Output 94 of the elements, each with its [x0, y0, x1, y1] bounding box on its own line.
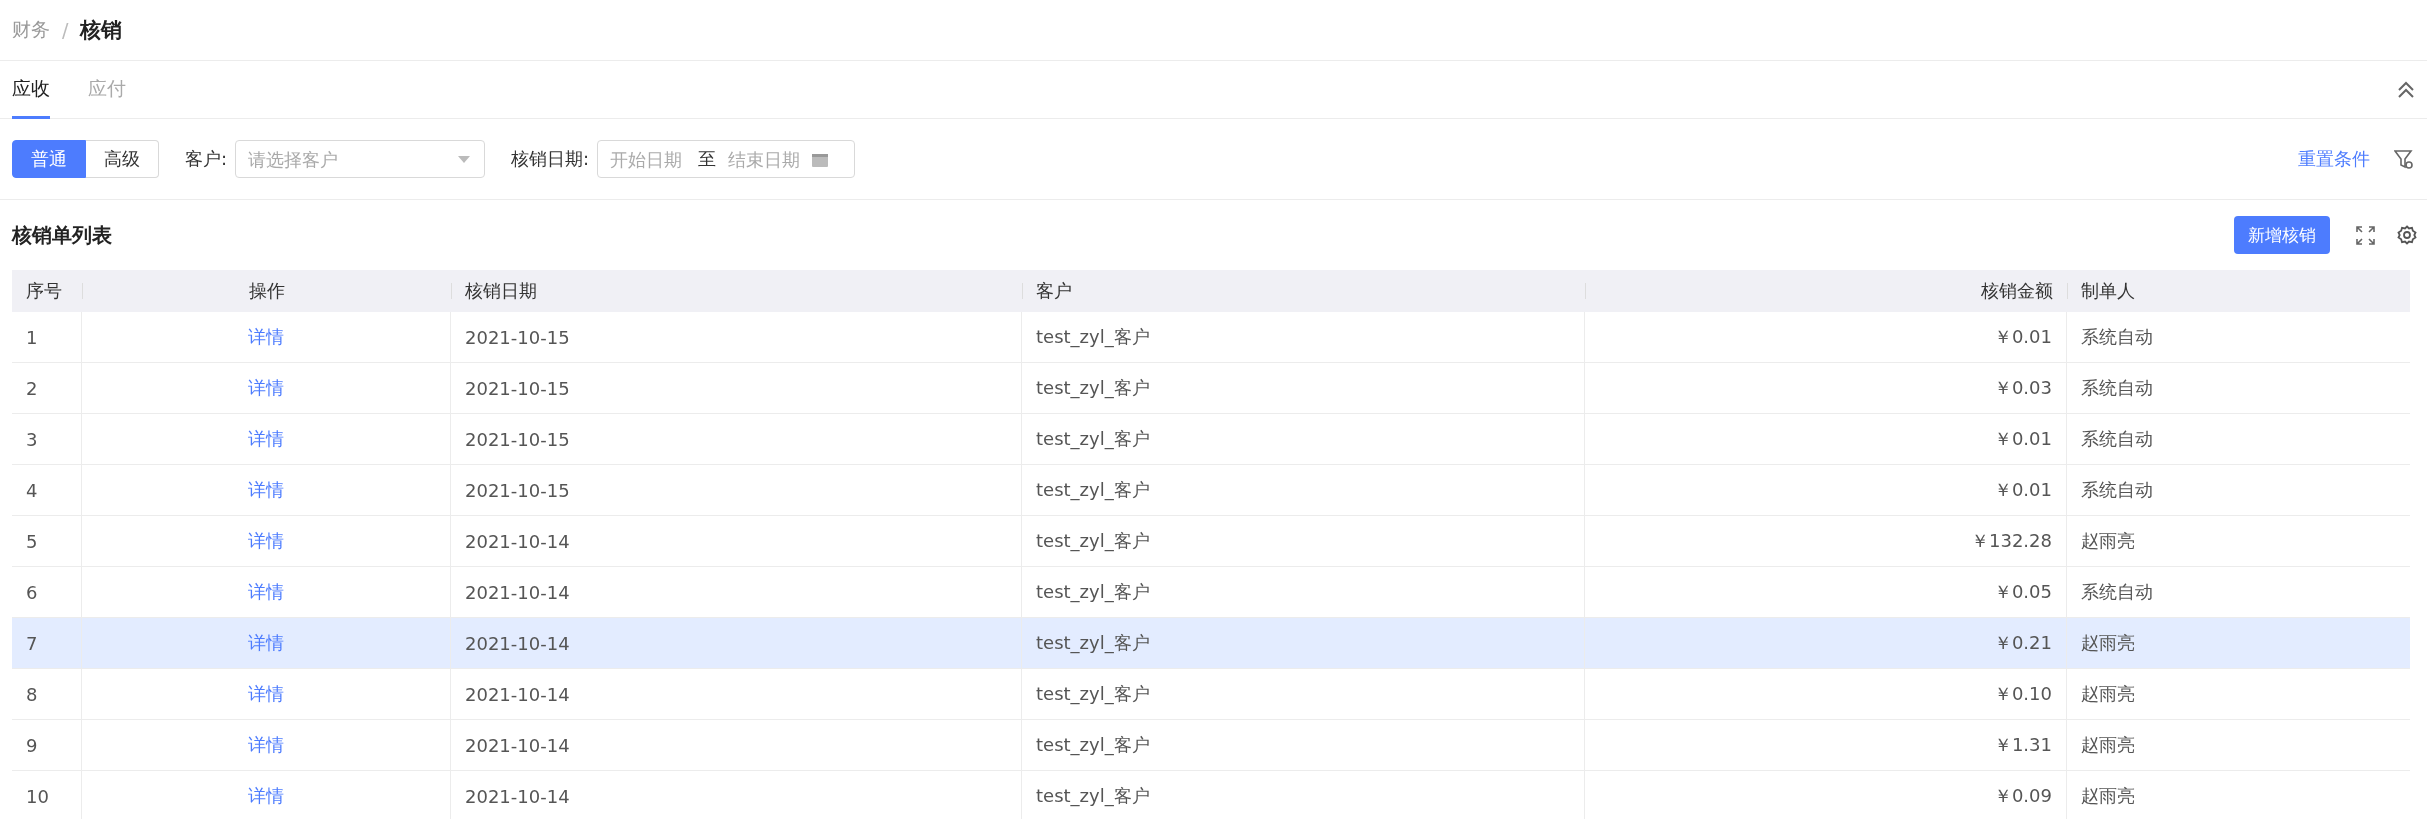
table-cell: ￥0.01 — [1585, 312, 2067, 362]
table-cell-text: 系统自动 — [2080, 325, 2154, 349]
table-cell: 5 — [12, 516, 82, 566]
details-link[interactable]: 详情 — [248, 376, 284, 400]
settings-icon[interactable] — [2397, 225, 2417, 245]
table-cell: ￥0.09 — [1585, 771, 2067, 819]
column-header[interactable]: 核销日期 — [451, 270, 1022, 312]
table-cell: 2021-10-14 — [451, 567, 1022, 617]
table-cell: ￥0.10 — [1585, 669, 2067, 719]
mode-toggle-button[interactable]: 高级 — [86, 140, 159, 178]
details-link[interactable]: 详情 — [248, 529, 284, 553]
list-title: 核销单列表 — [12, 221, 113, 249]
table-cell: 2021-10-15 — [451, 363, 1022, 413]
table-row[interactable]: 9 详情 2021-10-14 test_zyl_客户 ￥1.31 赵雨亮 — [12, 720, 2410, 771]
table-row[interactable]: 1 详情 2021-10-15 test_zyl_客户 ￥0.01 系统自动 — [12, 312, 2410, 363]
column-header[interactable]: 客户 — [1022, 270, 1585, 312]
table-cell: ￥0.21 — [1585, 618, 2067, 668]
table-cell: 2021-10-14 — [451, 720, 1022, 770]
table-cell: 2021-10-15 — [451, 465, 1022, 515]
filter-settings-icon[interactable] — [2394, 149, 2413, 169]
table-cell: 2021-10-15 — [451, 312, 1022, 362]
table-cell: ￥132.28 — [1585, 516, 2067, 566]
table-cell-text: 系统自动 — [2080, 478, 2154, 502]
calendar-icon — [812, 151, 829, 167]
breadcrumb-separator: / — [62, 19, 69, 41]
table-cell: ￥0.01 — [1585, 465, 2067, 515]
table-cell: 6 — [12, 567, 82, 617]
table-row[interactable]: 8 详情 2021-10-14 test_zyl_客户 ￥0.10 赵雨亮 — [12, 669, 2410, 720]
table-cell-text: 赵雨亮 — [2080, 631, 2136, 655]
table-cell: test_zyl_客户 — [1022, 771, 1585, 819]
details-link[interactable]: 详情 — [248, 784, 284, 808]
tab[interactable]: 应收 — [12, 61, 50, 119]
table-cell: ￥1.31 — [1585, 720, 2067, 770]
table-row[interactable]: 2 详情 2021-10-15 test_zyl_客户 ￥0.03 系统自动 — [12, 363, 2410, 414]
table-cell: test_zyl_客户 — [1022, 363, 1585, 413]
table-cell: 2021-10-14 — [451, 669, 1022, 719]
end-date-field[interactable]: 结束日期 — [726, 147, 807, 171]
table-cell: test_zyl_客户 — [1022, 720, 1585, 770]
table-row[interactable]: 5 详情 2021-10-14 test_zyl_客户 ￥132.28 赵雨亮 — [12, 516, 2410, 567]
customer-select[interactable]: 请选择客户 — [235, 140, 486, 178]
table-cell: ￥0.03 — [1585, 363, 2067, 413]
table-cell-text: 系统自动 — [2080, 580, 2154, 604]
table-row[interactable]: 7 详情 2021-10-14 test_zyl_客户 ￥0.21 赵雨亮 — [12, 618, 2410, 669]
start-date-field[interactable]: 开始日期 — [608, 147, 689, 171]
table-cell-text: 系统自动 — [2080, 427, 2154, 451]
table-cell: 2021-10-15 — [451, 414, 1022, 464]
breadcrumb-item: 核销 — [80, 17, 123, 44]
column-header[interactable]: 序号 — [12, 270, 82, 312]
caret-icon — [457, 155, 472, 164]
table-cell-text: 赵雨亮 — [2080, 529, 2136, 553]
table-cell: 1 — [12, 312, 82, 362]
mode-toggle-button[interactable]: 普通 — [12, 140, 86, 178]
table-cell: test_zyl_客户 — [1022, 669, 1585, 719]
table-cell: test_zyl_客户 — [1022, 618, 1585, 668]
table-cell: 10 — [12, 771, 82, 819]
table-cell: 8 — [12, 669, 82, 719]
date-range-separator: 至 — [698, 147, 717, 171]
table-cell: 2021-10-14 — [451, 771, 1022, 819]
table-cell: ￥0.01 — [1585, 414, 2067, 464]
table-cell: 3 — [12, 414, 82, 464]
details-link[interactable]: 详情 — [248, 427, 284, 451]
details-link[interactable]: 详情 — [248, 682, 284, 706]
table-row[interactable]: 4 详情 2021-10-15 test_zyl_客户 ￥0.01 系统自动 — [12, 465, 2410, 516]
details-link[interactable]: 详情 — [248, 478, 284, 502]
table-cell: 2 — [12, 363, 82, 413]
table-cell: 7 — [12, 618, 82, 668]
table-cell: 2021-10-14 — [451, 618, 1022, 668]
table-row[interactable]: 6 详情 2021-10-14 test_zyl_客户 ￥0.05 系统自动 — [12, 567, 2410, 618]
table-cell-text: 赵雨亮 — [2080, 733, 2136, 757]
details-link[interactable]: 详情 — [248, 580, 284, 604]
collapse-chevrons-icon[interactable] — [2397, 80, 2415, 99]
date-label: 核销日期: — [511, 147, 590, 171]
fullscreen-icon[interactable] — [2356, 225, 2375, 245]
column-header[interactable]: 操作 — [82, 270, 451, 312]
table-cell: ￥0.05 — [1585, 567, 2067, 617]
table-cell-text: 系统自动 — [2080, 376, 2154, 400]
table-cell: test_zyl_客户 — [1022, 567, 1585, 617]
table-cell: 2021-10-14 — [451, 516, 1022, 566]
table-cell: test_zyl_客户 — [1022, 465, 1585, 515]
table-cell: test_zyl_客户 — [1022, 516, 1585, 566]
add-writeoff-button[interactable]: 新增核销 — [2234, 216, 2330, 254]
details-link[interactable]: 详情 — [248, 325, 284, 349]
table-cell-text: 赵雨亮 — [2080, 784, 2136, 808]
table-cell-text: 赵雨亮 — [2080, 682, 2136, 706]
details-link[interactable]: 详情 — [248, 733, 284, 757]
table-cell: 9 — [12, 720, 82, 770]
column-header[interactable]: 核销金额 — [1585, 270, 2067, 312]
table-cell: test_zyl_客户 — [1022, 414, 1585, 464]
table-cell: test_zyl_客户 — [1022, 312, 1585, 362]
column-header[interactable]: 制单人 — [2067, 270, 2410, 312]
table-row[interactable]: 3 详情 2021-10-15 test_zyl_客户 ￥0.01 系统自动 — [12, 414, 2410, 465]
reset-filters-link[interactable]: 重置条件 — [2298, 147, 2370, 171]
customer-label: 客户: — [185, 147, 228, 171]
table-cell: 4 — [12, 465, 82, 515]
